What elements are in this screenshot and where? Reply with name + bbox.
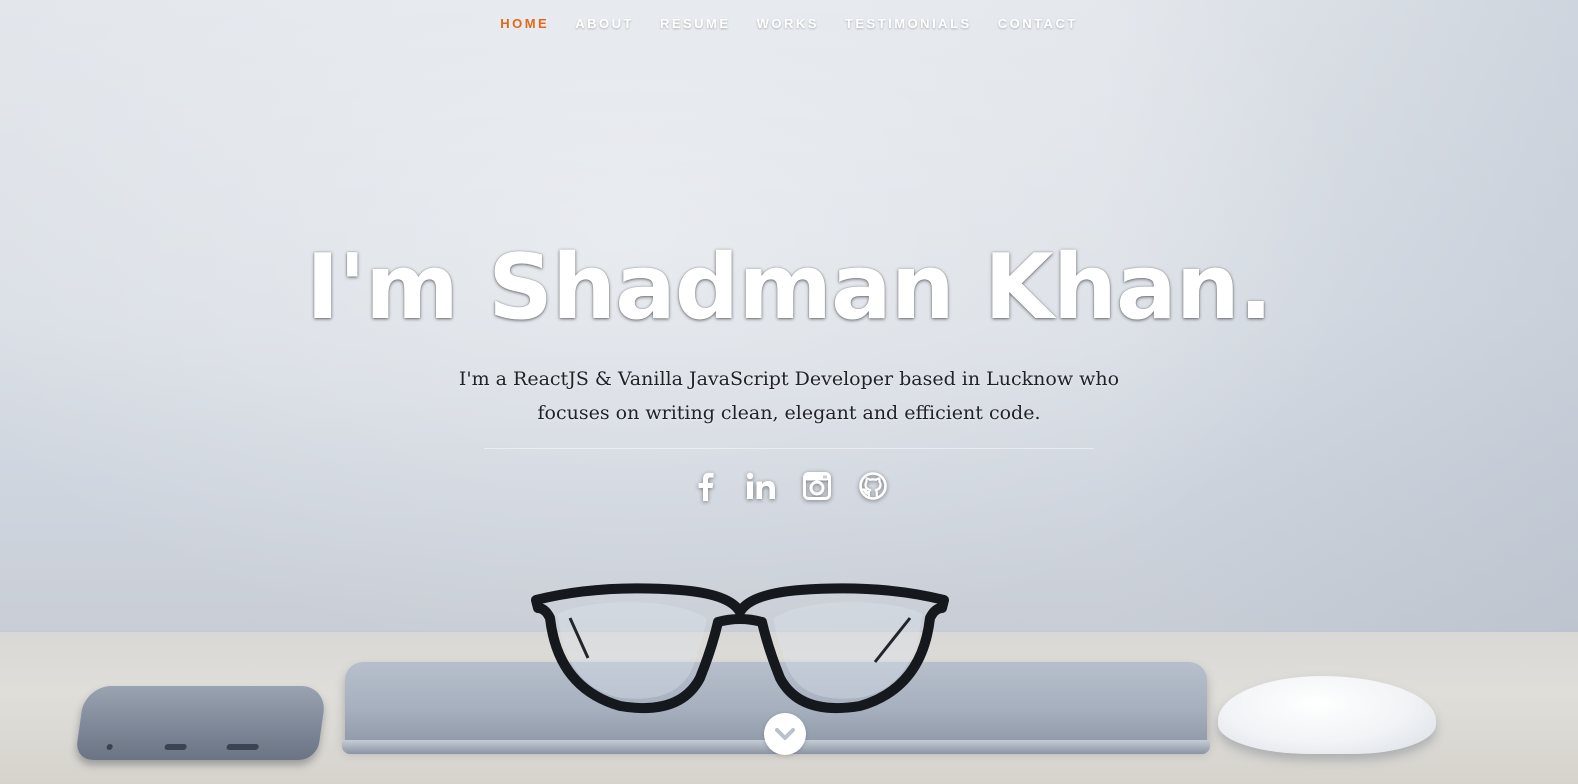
chevron-down-icon [775,728,795,740]
facebook-link[interactable] [688,469,722,503]
eyeglasses-image [531,583,949,714]
hero-tagline: I'm a ReactJS & Vanilla JavaScript Devel… [458,368,1120,424]
main-navigation: HOME ABOUT RESUME WORKS TESTIMONIALS CON… [0,14,1578,33]
instagram-link[interactable] [800,469,834,503]
instagram-icon [803,472,831,500]
hero-banner: I'm Shadman Khan. I'm a ReactJS & Vanill… [0,236,1578,503]
nav-home[interactable]: HOME [487,14,562,33]
nav-works[interactable]: WORKS [744,14,832,33]
nav-resume[interactable]: RESUME [647,14,744,33]
hero-divider [484,448,1094,449]
github-link[interactable] [856,469,890,503]
linkedin-link[interactable] [744,469,778,503]
nav-testimonials[interactable]: TESTIMONIALS [832,14,985,33]
nav-about[interactable]: ABOUT [562,14,647,33]
linkedin-icon [746,472,775,499]
nav-contact[interactable]: CONTACT [985,14,1091,33]
hero-headline: I'm Shadman Khan. [306,235,1273,340]
github-icon [859,472,887,500]
social-links [0,469,1578,503]
smartphone-image [74,686,328,760]
facebook-icon [698,472,714,501]
scroll-down-button[interactable] [764,713,806,755]
